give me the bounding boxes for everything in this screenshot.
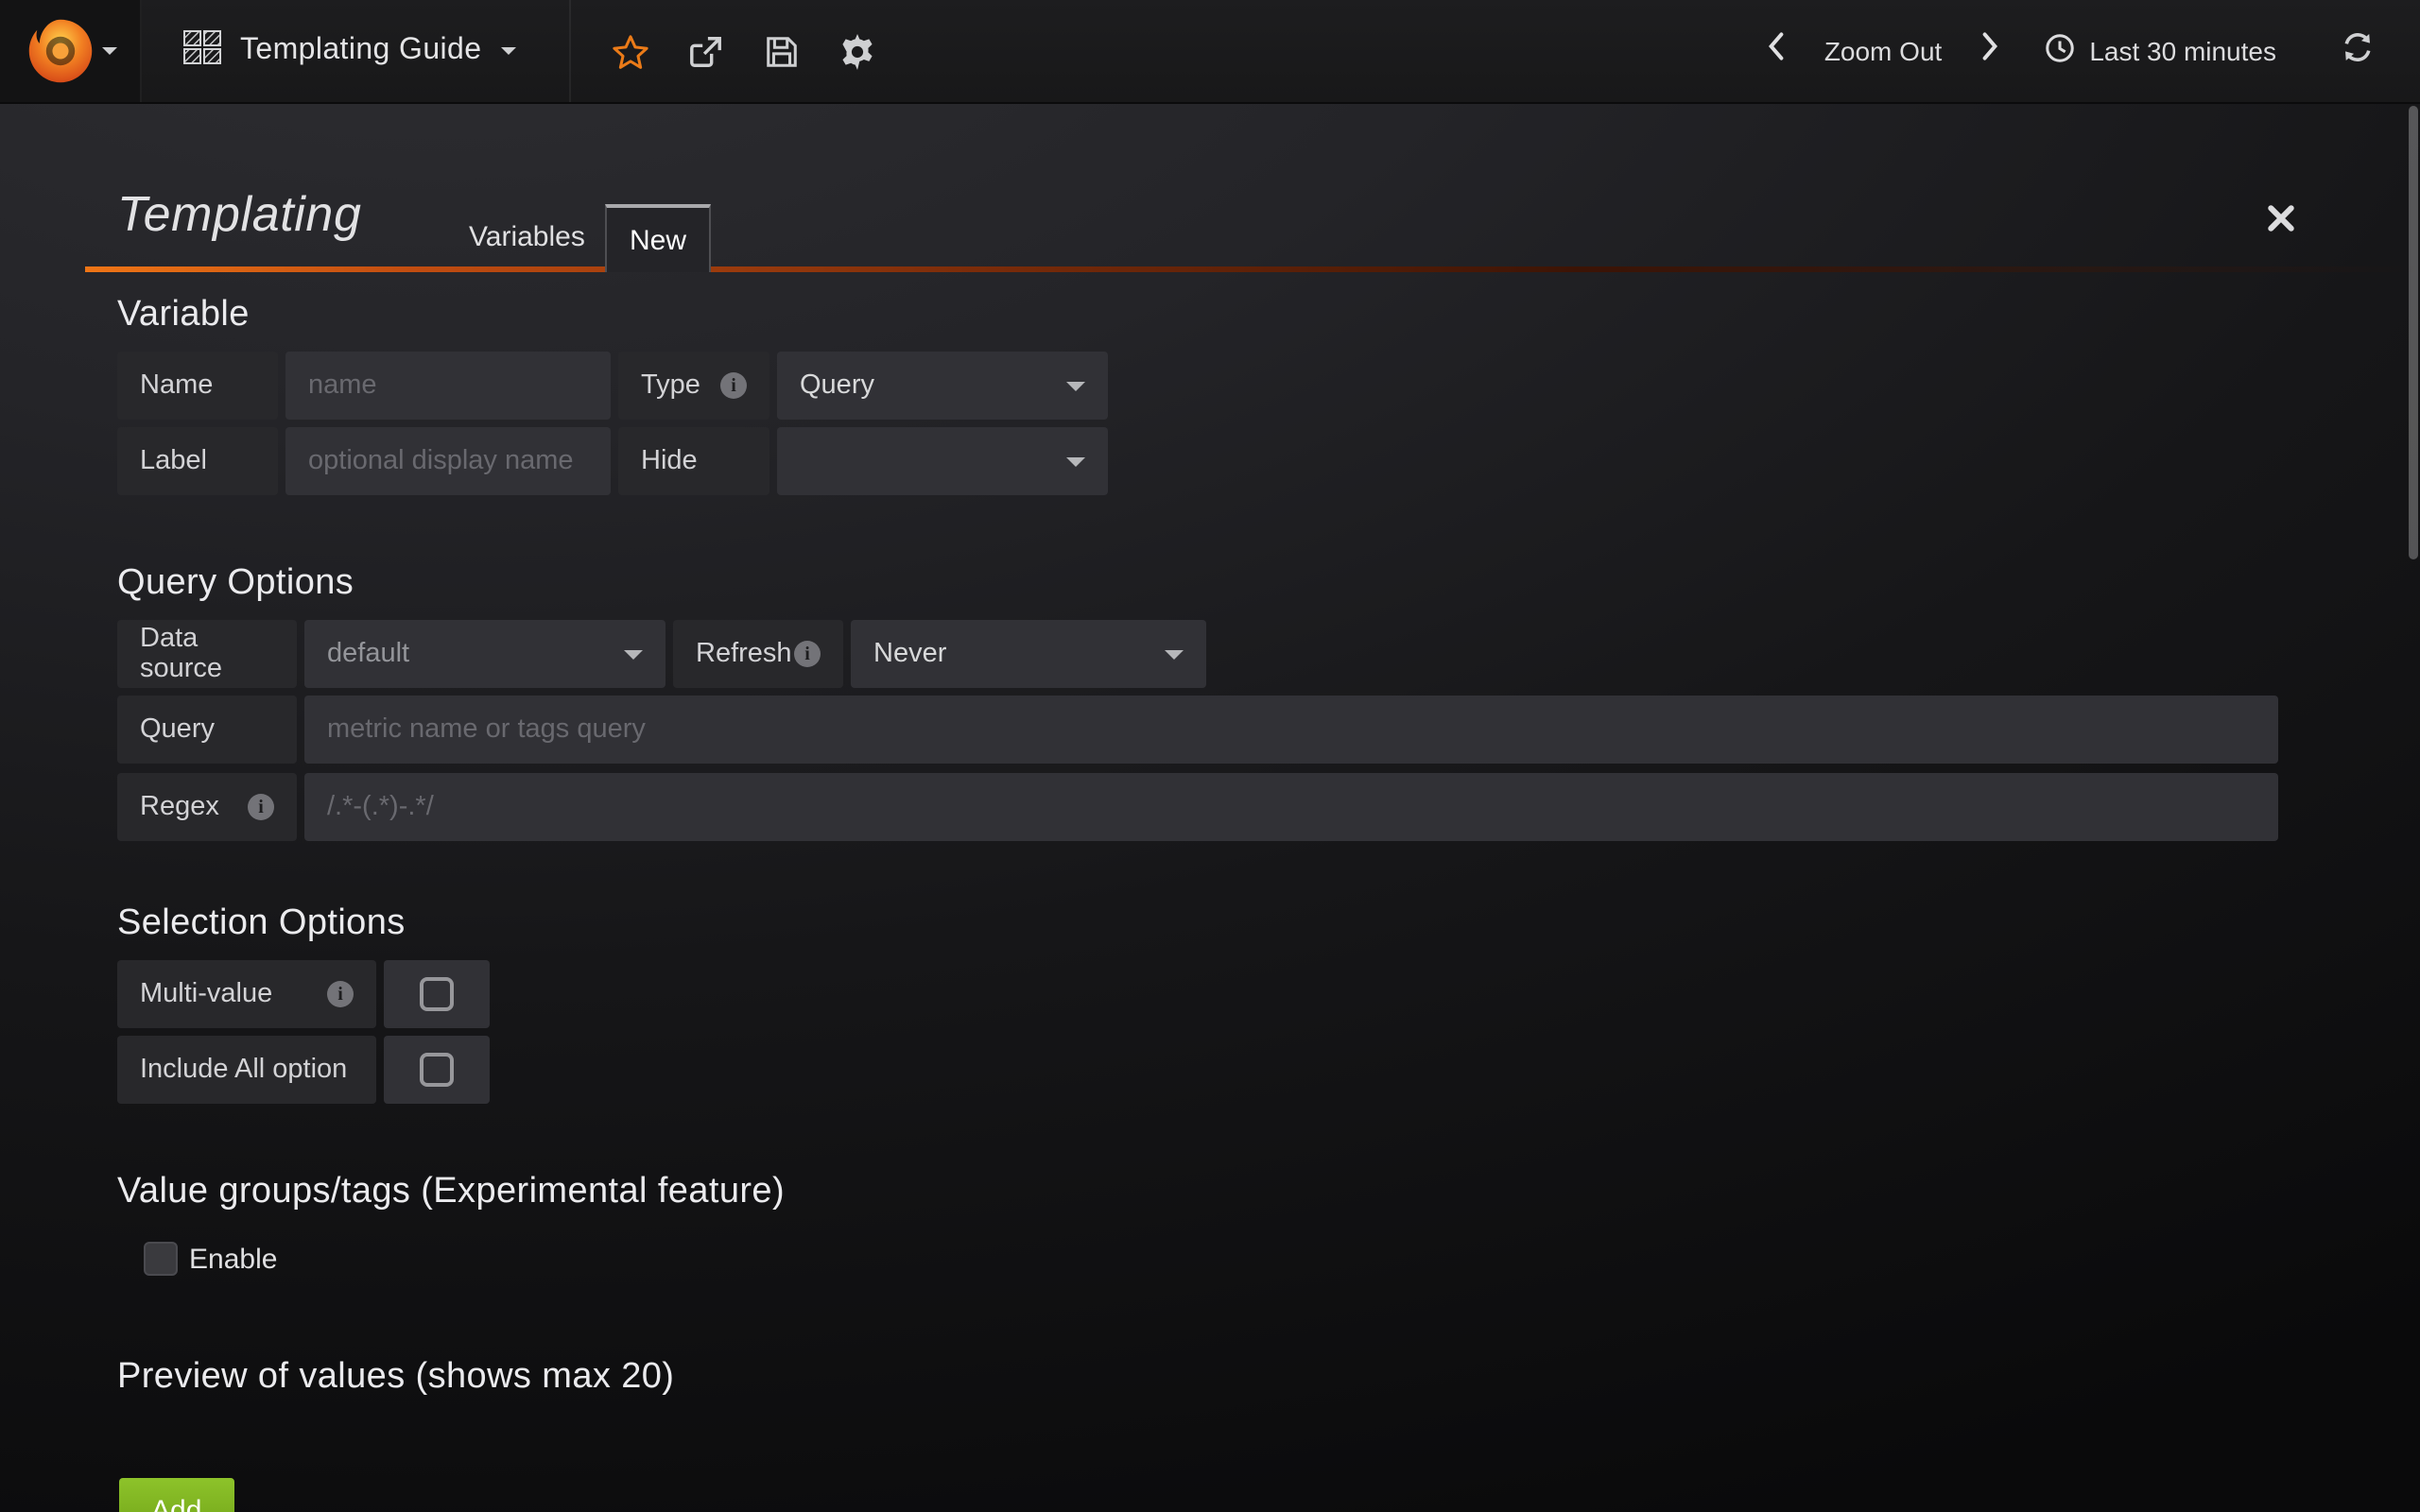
tab-new[interactable]: New: [605, 204, 711, 272]
scrollbar-thumb[interactable]: [2409, 106, 2418, 559]
grafana-logo-icon: [24, 15, 95, 87]
dashboard-title: Templating Guide: [240, 34, 481, 68]
chevron-down-icon: [500, 47, 515, 55]
checkbox-icon: [420, 977, 454, 1011]
refresh-button[interactable]: [2325, 19, 2390, 83]
chevron-down-icon: [624, 649, 643, 659]
include-all-label: Include All option: [117, 1036, 376, 1104]
name-input[interactable]: [285, 352, 611, 420]
type-select[interactable]: Query: [777, 352, 1108, 420]
time-shift-forward-button[interactable]: [1964, 23, 2014, 79]
include-all-checkbox[interactable]: [384, 1036, 490, 1104]
zoom-out-button[interactable]: Zoom Out: [1813, 36, 1954, 66]
datasource-row: Data source default Refresh i Never: [117, 620, 1206, 688]
page-title: Templating: [117, 185, 361, 244]
multi-value-row: Multi-value i: [117, 960, 490, 1028]
save-button[interactable]: [744, 13, 820, 89]
refresh-icon: [2341, 29, 2375, 73]
enable-label: Enable: [189, 1244, 277, 1276]
variable-label-row: Label Hide: [117, 427, 1108, 495]
variable-section-heading: Variable: [117, 295, 250, 336]
hide-label: Hide: [618, 427, 769, 495]
refresh-label-cell: Refresh i: [673, 620, 843, 688]
grafana-logo-menu[interactable]: [0, 0, 142, 102]
refresh-select[interactable]: Never: [851, 620, 1206, 688]
time-shift-back-button[interactable]: [1753, 23, 1802, 79]
close-icon: [2266, 204, 2294, 242]
time-range-label: Last 30 minutes: [2089, 36, 2276, 66]
regex-field-wrap: [304, 773, 2278, 841]
regex-input[interactable]: [304, 773, 2278, 841]
enable-checkbox[interactable]: [144, 1242, 178, 1276]
chevron-down-icon: [1066, 381, 1085, 390]
share-button[interactable]: [668, 13, 744, 89]
multi-value-label-cell: Multi-value i: [117, 960, 376, 1028]
settings-button[interactable]: [820, 13, 895, 89]
tab-variables[interactable]: Variables: [446, 212, 608, 263]
chevron-right-icon: [1980, 32, 1997, 70]
info-icon[interactable]: i: [794, 641, 821, 667]
multi-value-label: Multi-value: [140, 979, 272, 1009]
star-icon: [613, 33, 648, 69]
dashboard-actions: [593, 13, 895, 89]
type-label: Type: [641, 370, 700, 401]
chevron-down-icon: [1066, 456, 1085, 466]
info-icon[interactable]: i: [248, 794, 274, 820]
clock-icon: [2044, 32, 2076, 70]
checkbox-icon: [420, 1053, 454, 1087]
query-label: Query: [117, 696, 297, 764]
query-input[interactable]: [304, 696, 2278, 764]
regex-label: Regex: [140, 792, 219, 822]
hide-select[interactable]: [777, 427, 1108, 495]
chevron-down-icon: [1165, 649, 1184, 659]
top-navbar: Templating Guide: [0, 0, 2420, 104]
chevron-left-icon: [1769, 32, 1786, 70]
name-field-wrap: [285, 352, 611, 420]
label-input[interactable]: [285, 427, 611, 495]
tab-underline: [85, 266, 2420, 272]
datasource-label: Data source: [117, 620, 297, 688]
include-all-row: Include All option: [117, 1036, 490, 1104]
label-field-wrap: [285, 427, 611, 495]
query-row: Query: [117, 696, 2278, 764]
close-editor-button[interactable]: [2261, 204, 2299, 242]
dashboard-title-menu[interactable]: Templating Guide: [142, 0, 570, 102]
grafana-app: Templating Guide: [0, 0, 2420, 1512]
time-controls: Zoom Out Last 30 minutes: [1753, 19, 2420, 83]
add-button[interactable]: Add: [119, 1478, 233, 1512]
star-button[interactable]: [593, 13, 668, 89]
label-label: Label: [117, 427, 278, 495]
refresh-select-value: Never: [873, 639, 946, 669]
info-icon[interactable]: i: [720, 372, 747, 399]
time-range-picker[interactable]: Last 30 minutes: [2025, 32, 2295, 70]
type-label-cell: Type i: [618, 352, 769, 420]
query-field-wrap: [304, 696, 2278, 764]
preview-heading: Preview of values (shows max 20): [117, 1357, 674, 1399]
regex-label-cell: Regex i: [117, 773, 297, 841]
refresh-label: Refresh: [696, 639, 792, 669]
info-icon[interactable]: i: [327, 981, 354, 1007]
query-options-heading: Query Options: [117, 563, 354, 605]
dashboard-grid-icon: [183, 29, 221, 73]
datasource-select[interactable]: default: [304, 620, 666, 688]
type-select-value: Query: [800, 370, 874, 401]
chevron-down-icon: [101, 47, 116, 55]
selection-options-heading: Selection Options: [117, 903, 406, 945]
multi-value-checkbox[interactable]: [384, 960, 490, 1028]
value-groups-heading: Value groups/tags (Experimental feature): [117, 1172, 785, 1213]
regex-row: Regex i: [117, 773, 2278, 841]
gear-icon: [839, 33, 875, 69]
datasource-select-value: default: [327, 639, 409, 669]
share-icon: [688, 33, 724, 69]
variable-name-row: Name Type i Query: [117, 352, 1108, 420]
name-label: Name: [117, 352, 278, 420]
save-icon: [764, 33, 800, 69]
